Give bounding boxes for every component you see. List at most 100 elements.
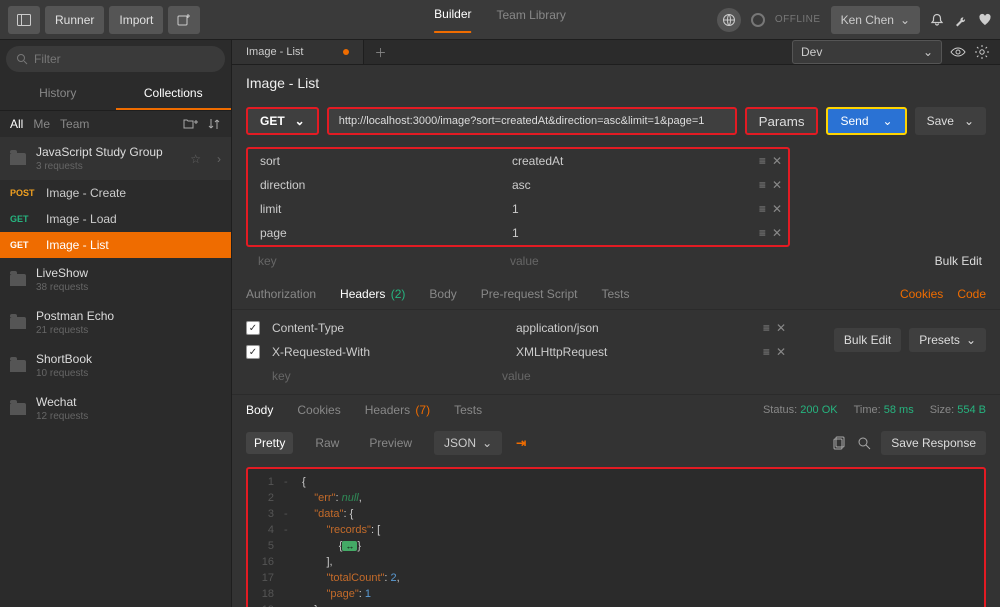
tab-authorization[interactable]: Authorization [246, 287, 316, 301]
header-row[interactable]: ✓ Content-Typeapplication/json ≡ ✕ [246, 316, 786, 340]
url-input[interactable] [327, 107, 737, 135]
tab-collections[interactable]: Collections [116, 78, 232, 110]
method-dropdown[interactable]: GET ⌄ [246, 107, 319, 135]
collection-item[interactable]: Wechat 12 requests [0, 387, 231, 430]
environment-dropdown[interactable]: Dev ⌄ [792, 40, 942, 64]
star-icon[interactable]: ☆ [190, 152, 201, 166]
delete-icon[interactable]: ✕ [776, 321, 786, 335]
request-item[interactable]: GET Image - Load [0, 206, 231, 232]
view-raw[interactable]: Raw [307, 432, 347, 454]
filter-input[interactable]: Filter [6, 46, 225, 72]
headers-bulk-edit[interactable]: Bulk Edit [834, 328, 901, 352]
save-response-button[interactable]: Save Response [881, 431, 986, 455]
param-key[interactable]: sort [248, 154, 504, 168]
nav-team-library[interactable]: Team Library [497, 8, 566, 32]
drag-handle-icon[interactable]: ≡ [763, 321, 768, 335]
copy-button[interactable] [833, 436, 847, 450]
request-item-active[interactable]: GET Image - List [0, 232, 231, 258]
save-button[interactable]: Save ⌄ [915, 107, 986, 135]
tab-prerequest[interactable]: Pre-request Script [481, 287, 578, 301]
headers-presets[interactable]: Presets ⌄ [909, 328, 986, 352]
header-key[interactable]: Content-Type [272, 321, 516, 335]
drag-handle-icon[interactable]: ≡ [759, 202, 764, 216]
sync-button[interactable] [717, 8, 741, 32]
tab-tests[interactable]: Tests [601, 287, 629, 301]
header-key-input[interactable]: key [272, 369, 502, 383]
import-button[interactable]: Import [109, 6, 163, 34]
resp-tab-headers[interactable]: Headers (7) [365, 403, 430, 417]
param-row[interactable]: page1 ≡ ✕ [248, 221, 788, 245]
header-key[interactable]: X-Requested-With [272, 345, 516, 359]
scope-all[interactable]: All [10, 117, 23, 131]
param-key[interactable]: direction [248, 178, 504, 192]
drag-handle-icon[interactable]: ≡ [759, 178, 764, 192]
manage-env-button[interactable] [974, 44, 990, 60]
settings-button[interactable] [954, 13, 968, 27]
param-value[interactable]: 1 [504, 226, 744, 240]
request-tab[interactable]: Image - List [232, 40, 364, 64]
delete-icon[interactable]: ✕ [772, 202, 782, 216]
delete-icon[interactable]: ✕ [772, 226, 782, 240]
param-row[interactable]: directionasc ≡ ✕ [248, 173, 788, 197]
toggle-sidebar-button[interactable] [8, 6, 40, 34]
delete-icon[interactable]: ✕ [776, 345, 786, 359]
param-key[interactable]: page [248, 226, 504, 240]
format-dropdown[interactable]: JSON ⌄ [434, 431, 502, 455]
checkbox[interactable]: ✓ [246, 345, 260, 359]
params-button[interactable]: Params [745, 107, 819, 135]
wrap-toggle[interactable]: ⇥ [516, 436, 526, 450]
view-pretty[interactable]: Pretty [246, 432, 293, 454]
param-value[interactable]: createdAt [504, 154, 744, 168]
header-row[interactable]: ✓ X-Requested-WithXMLHttpRequest ≡ ✕ [246, 340, 786, 364]
scope-team[interactable]: Team [60, 117, 89, 131]
delete-icon[interactable]: ✕ [772, 178, 782, 192]
drag-handle-icon[interactable]: ≡ [759, 226, 764, 240]
drag-handle-icon[interactable]: ≡ [759, 154, 764, 168]
collection-sub: 38 requests [36, 282, 88, 293]
collection-item[interactable]: Postman Echo 21 requests [0, 301, 231, 344]
param-value[interactable]: 1 [504, 202, 744, 216]
sort-button[interactable] [207, 117, 221, 131]
send-button[interactable]: Send ⌄ [826, 107, 906, 135]
checkbox[interactable]: ✓ [246, 321, 260, 335]
header-value-input[interactable]: value [502, 369, 531, 383]
tab-history[interactable]: History [0, 78, 116, 110]
collection-item[interactable]: ShortBook 10 requests [0, 344, 231, 387]
chevron-right-icon[interactable]: › [217, 152, 221, 166]
param-value-input[interactable]: value [502, 254, 742, 268]
heart-button[interactable] [978, 13, 992, 27]
response-body[interactable]: 1-{2 "err": null,3- "data": {4- "records… [246, 467, 986, 607]
drag-handle-icon[interactable]: ≡ [763, 345, 768, 359]
new-tab-button[interactable]: ＋ [364, 40, 396, 64]
tab-body[interactable]: Body [429, 287, 456, 301]
nav-builder[interactable]: Builder [434, 7, 471, 33]
request-item[interactable]: POST Image - Create [0, 180, 231, 206]
code-link[interactable]: Code [957, 287, 986, 301]
add-collection-button[interactable] [183, 117, 199, 131]
notifications-button[interactable] [930, 13, 944, 27]
collection-item[interactable]: JavaScript Study Group 3 requests ☆ › [0, 137, 231, 180]
collection-item[interactable]: LiveShow 38 requests [0, 258, 231, 301]
user-menu[interactable]: Ken Chen ⌄ [831, 6, 920, 34]
bulk-edit-link[interactable]: Bulk Edit [935, 254, 986, 268]
param-key-input[interactable]: key [246, 254, 502, 268]
request-name: Image - Create [46, 186, 126, 200]
resp-tab-body[interactable]: Body [246, 403, 273, 417]
param-key[interactable]: limit [248, 202, 504, 216]
param-row[interactable]: sortcreatedAt ≡ ✕ [248, 149, 788, 173]
resp-tab-tests[interactable]: Tests [454, 403, 482, 417]
param-row[interactable]: limit1 ≡ ✕ [248, 197, 788, 221]
cookies-link[interactable]: Cookies [900, 287, 943, 301]
delete-icon[interactable]: ✕ [772, 154, 782, 168]
search-response-button[interactable] [857, 436, 871, 450]
resp-tab-cookies[interactable]: Cookies [297, 403, 340, 417]
header-value[interactable]: XMLHttpRequest [516, 345, 746, 359]
param-value[interactable]: asc [504, 178, 744, 192]
new-window-button[interactable] [168, 6, 200, 34]
quick-look-button[interactable] [950, 44, 966, 60]
tab-headers[interactable]: Headers (2) [340, 287, 405, 301]
runner-button[interactable]: Runner [45, 6, 104, 34]
scope-me[interactable]: Me [33, 117, 50, 131]
view-preview[interactable]: Preview [361, 432, 420, 454]
header-value[interactable]: application/json [516, 321, 746, 335]
